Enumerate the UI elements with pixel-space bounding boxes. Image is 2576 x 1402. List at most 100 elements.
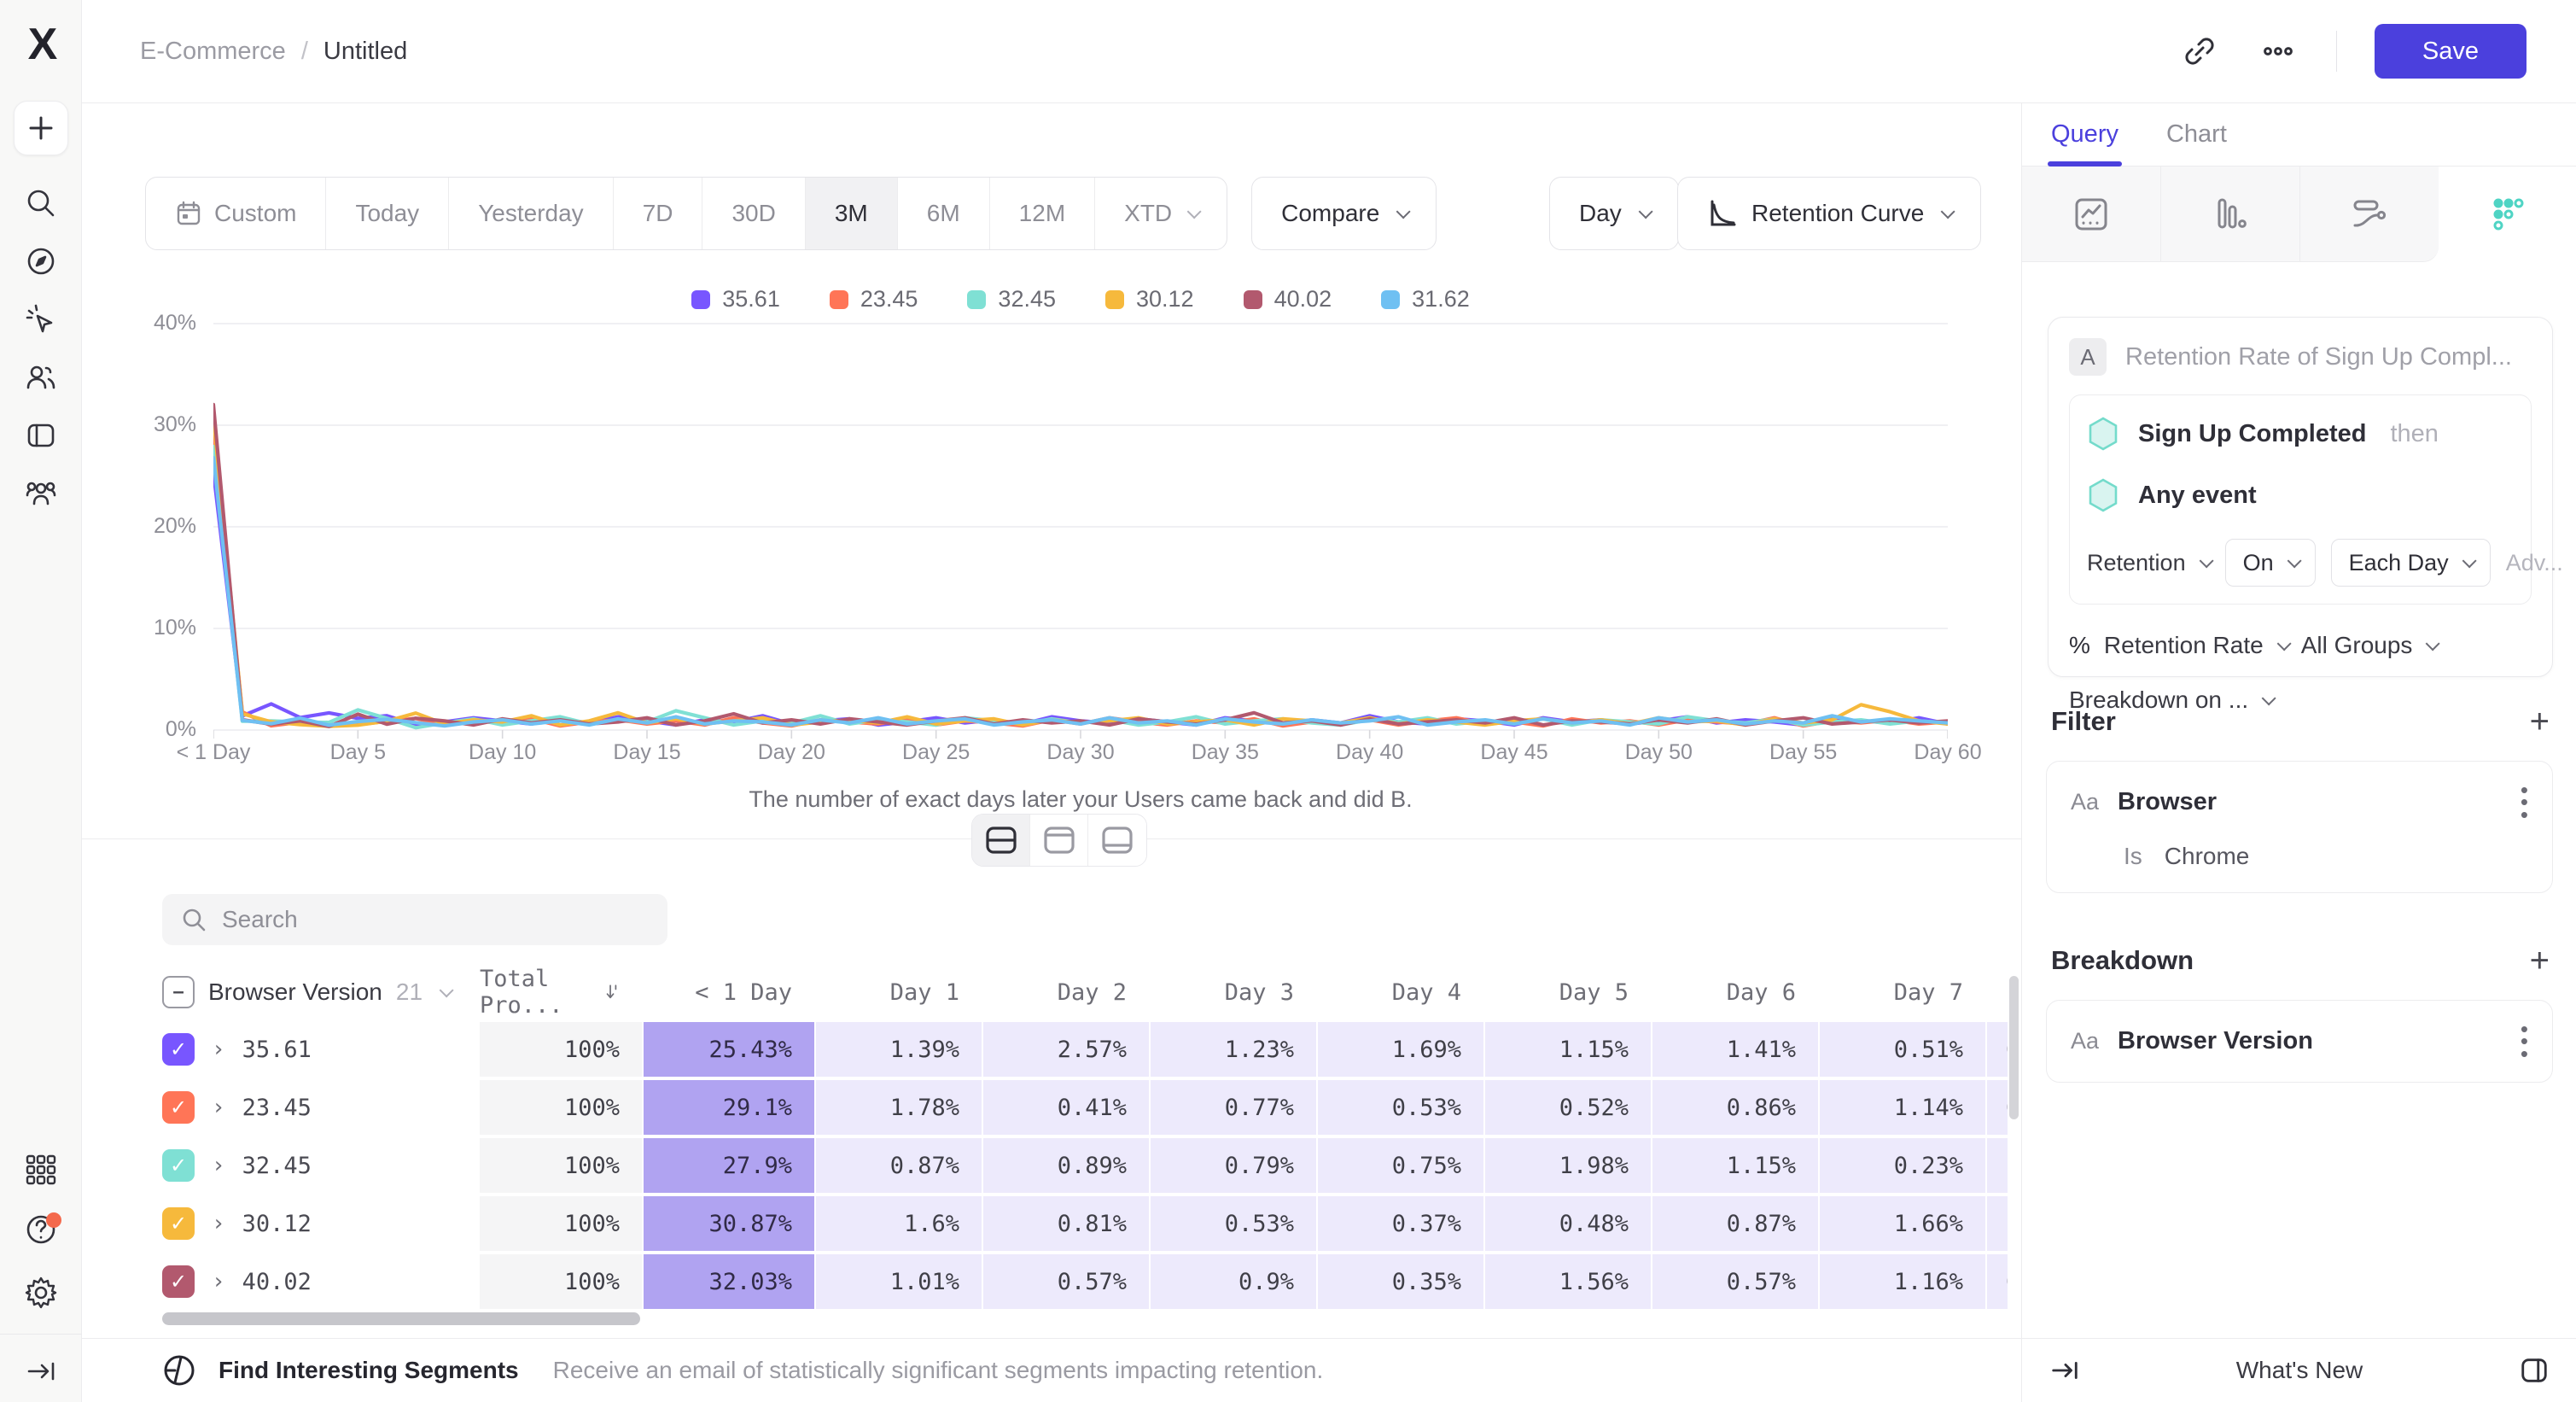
events-cursor-icon[interactable] xyxy=(0,295,82,343)
filter-property-name[interactable]: Browser xyxy=(2118,788,2502,816)
table-header-day-1[interactable]: Day 1 xyxy=(816,966,982,1019)
filter-operator[interactable]: Is xyxy=(2124,843,2142,870)
find-segments-link[interactable]: Find Interesting Segments xyxy=(219,1357,519,1384)
tab-chart[interactable]: Chart xyxy=(2166,103,2227,166)
horizontal-scrollbar[interactable] xyxy=(162,1312,640,1325)
filter-kebab-menu[interactable]: ••• xyxy=(2521,784,2528,821)
cell-day-value: 0.57% xyxy=(1652,1254,1818,1309)
mixpanel-logo[interactable]: X xyxy=(0,19,82,70)
row-checkbox[interactable]: ✓ xyxy=(162,1207,195,1240)
date-range-custom[interactable]: Custom xyxy=(146,178,326,249)
cohorts-nav-icon[interactable] xyxy=(0,470,82,517)
boards-nav-icon[interactable] xyxy=(0,412,82,459)
chart-type-button[interactable]: Retention Curve xyxy=(1677,177,1981,250)
search-input[interactable] xyxy=(222,906,632,933)
date-range-12m[interactable]: 12M xyxy=(990,178,1095,249)
create-new-button[interactable] xyxy=(14,101,68,155)
row-expand-chevron[interactable]: › xyxy=(212,1211,225,1236)
compare-button[interactable]: Compare xyxy=(1251,177,1437,250)
chevron-down-icon xyxy=(2462,553,2476,568)
layout-chart-top-button[interactable] xyxy=(1030,815,1088,866)
table-header-day-3[interactable]: Day 3 xyxy=(1151,966,1316,1019)
breakdown-property-name[interactable]: Browser Version xyxy=(2118,1027,2502,1055)
row-checkbox[interactable]: ✓ xyxy=(162,1033,195,1066)
expand-sidebar-icon[interactable] xyxy=(0,1347,82,1395)
table-header-total[interactable]: Total Pro... xyxy=(480,966,642,1019)
layout-chart-bottom-button[interactable] xyxy=(1088,815,1146,866)
query-title[interactable]: Retention Rate of Sign Up Compl... xyxy=(2125,343,2512,371)
event-row-any-event[interactable]: Any event xyxy=(2087,477,2514,513)
save-button[interactable]: Save xyxy=(2375,24,2526,79)
breadcrumb-report-title[interactable]: Untitled xyxy=(323,38,407,66)
cell-day-value: 0.87% xyxy=(1652,1196,1818,1251)
date-range-xtd[interactable]: XTD xyxy=(1095,178,1227,249)
each-day-dropdown[interactable]: Each Day xyxy=(2331,539,2491,587)
add-breakdown-button[interactable]: + xyxy=(2530,943,2550,978)
table-header-day-4[interactable]: Day 4 xyxy=(1318,966,1483,1019)
date-range-30d[interactable]: 30D xyxy=(702,178,805,249)
row-expand-chevron[interactable]: › xyxy=(212,1037,225,1062)
date-range-today[interactable]: Today xyxy=(326,178,449,249)
find-segments-description: Receive an email of statistically signif… xyxy=(553,1357,1324,1384)
breakdown-kebab-menu[interactable]: ••• xyxy=(2521,1023,2528,1060)
date-range-3m[interactable]: 3M xyxy=(806,178,898,249)
legend-item-35.61[interactable]: 35.61 xyxy=(691,286,780,313)
date-range-6m[interactable]: 6M xyxy=(898,178,990,249)
insights-report-tab[interactable] xyxy=(2022,166,2161,262)
filter-value[interactable]: Chrome xyxy=(2165,843,2250,870)
table-header--1-day[interactable]: < 1 Day xyxy=(644,966,814,1019)
event-name: Sign Up Completed xyxy=(2138,420,2366,448)
settings-gear-icon[interactable] xyxy=(0,1269,82,1317)
table-header-day-7[interactable]: Day 7 xyxy=(1820,966,1985,1019)
vertical-scrollbar[interactable] xyxy=(2009,976,2019,1119)
retention-report-tab[interactable] xyxy=(2439,166,2576,262)
copy-link-icon[interactable] xyxy=(2179,31,2220,72)
date-range-yesterday[interactable]: Yesterday xyxy=(449,178,614,249)
add-filter-button[interactable]: + xyxy=(2530,704,2550,739)
breakdown-section-header: Breakdown + xyxy=(2051,943,2550,978)
collapse-panel-icon[interactable] xyxy=(2049,1355,2080,1386)
breadcrumb-workspace[interactable]: E-Commerce xyxy=(140,38,286,66)
layout-split-button[interactable] xyxy=(972,815,1030,866)
panel-tabs: Query Chart xyxy=(2022,103,2576,166)
on-dropdown[interactable]: On xyxy=(2225,539,2316,587)
select-all-checkbox[interactable]: – xyxy=(162,976,195,1008)
legend-item-40.02[interactable]: 40.02 xyxy=(1244,286,1332,313)
table-header-day-6[interactable]: Day 6 xyxy=(1652,966,1818,1019)
row-expand-chevron[interactable]: › xyxy=(212,1269,225,1294)
flows-report-tab[interactable] xyxy=(2300,166,2439,262)
explore-compass-icon[interactable] xyxy=(0,237,82,285)
table-header-day-5[interactable]: Day 5 xyxy=(1485,966,1651,1019)
more-options-icon[interactable] xyxy=(2258,31,2299,72)
retention-type-dropdown[interactable]: Retention xyxy=(2087,550,2210,576)
table-header-day-2[interactable]: Day 2 xyxy=(983,966,1149,1019)
users-nav-icon[interactable] xyxy=(0,353,82,401)
x-axis-tick-label: Day 45 xyxy=(1446,740,1582,765)
row-checkbox[interactable]: ✓ xyxy=(162,1149,195,1182)
advanced-dropdown[interactable]: Adv... xyxy=(2506,550,2576,576)
apps-grid-icon[interactable] xyxy=(0,1146,82,1194)
legend-item-23.45[interactable]: 23.45 xyxy=(830,286,918,313)
cell-day-value: 1.69% xyxy=(1318,1022,1483,1077)
whats-new-link[interactable]: What's New xyxy=(2236,1357,2363,1384)
help-icon[interactable] xyxy=(0,1206,82,1253)
date-range-7d[interactable]: 7D xyxy=(614,178,703,249)
legend-item-32.45[interactable]: 32.45 xyxy=(967,286,1056,313)
row-checkbox[interactable]: ✓ xyxy=(162,1091,195,1124)
row-expand-chevron[interactable]: › xyxy=(212,1095,225,1120)
chart-line-40.02 xyxy=(213,405,1948,727)
event-row-signup[interactable]: Sign Up Completed then xyxy=(2087,416,2514,452)
funnels-report-tab[interactable] xyxy=(2161,166,2300,262)
legend-label: 40.02 xyxy=(1274,286,1332,313)
tab-query[interactable]: Query xyxy=(2051,103,2118,166)
chevron-down-icon xyxy=(1396,204,1411,219)
legend-item-31.62[interactable]: 31.62 xyxy=(1381,286,1470,313)
search-nav-icon[interactable] xyxy=(0,179,82,227)
panel-layout-icon[interactable] xyxy=(2519,1355,2550,1386)
row-checkbox[interactable]: ✓ xyxy=(162,1265,195,1298)
metric-dropdown[interactable]: Retention Rate xyxy=(2104,632,2288,659)
legend-item-30.12[interactable]: 30.12 xyxy=(1105,286,1194,313)
granularity-button[interactable]: Day xyxy=(1549,177,1679,250)
row-expand-chevron[interactable]: › xyxy=(212,1153,225,1178)
groups-dropdown[interactable]: All Groups xyxy=(2301,632,2437,659)
